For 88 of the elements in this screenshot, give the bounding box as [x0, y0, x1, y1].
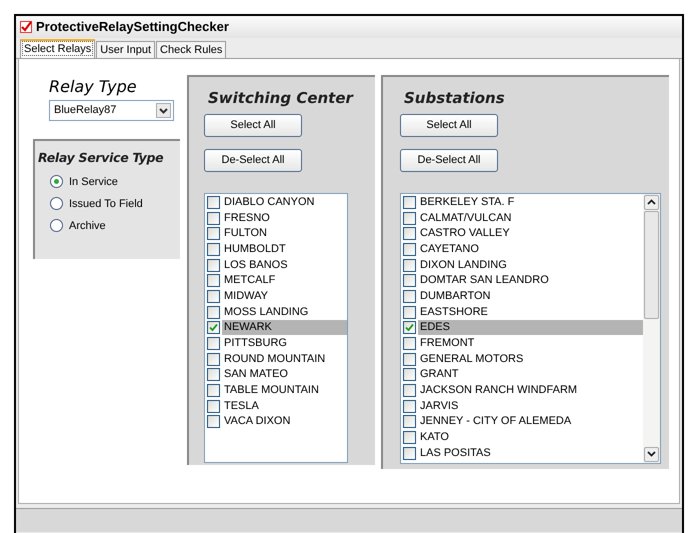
list-item[interactable]: LAS POSITAS	[418, 446, 643, 461]
list-item[interactable]: GENERAL MOTORS	[418, 352, 643, 367]
radio-button[interactable]	[50, 175, 63, 188]
checkbox[interactable]	[403, 368, 416, 382]
list-item[interactable]: TESLA	[222, 398, 347, 414]
list-item[interactable]: JARVIS	[418, 398, 643, 414]
list-item[interactable]: DOMTAR SAN LEANDRO	[418, 273, 643, 288]
checkbox[interactable]	[403, 306, 416, 319]
list-item[interactable]: EASTSHORE	[418, 304, 643, 320]
list-item[interactable]: BERKELEY STA. F	[418, 194, 643, 210]
list-item[interactable]: DIXON LANDING	[418, 258, 643, 273]
checkbox[interactable]	[403, 384, 416, 398]
relay-type-dropdown[interactable]: BlueRelay87	[49, 100, 174, 121]
list-item[interactable]: EDES	[418, 320, 643, 336]
radio-button[interactable]	[50, 219, 63, 232]
tab[interactable]: User Input	[96, 41, 156, 58]
select-button[interactable]: De-Select All	[204, 148, 302, 172]
select-button[interactable]: Select All	[400, 114, 498, 136]
list-item[interactable]: SAN MATEO	[222, 367, 347, 382]
checkbox[interactable]	[207, 337, 220, 350]
checkbox[interactable]	[207, 415, 220, 428]
tab[interactable]: Check Rules	[156, 41, 226, 58]
list-item[interactable]: CALMAT/VULCAN	[418, 210, 643, 226]
checkbox[interactable]	[403, 321, 416, 334]
checkbox[interactable]	[403, 212, 416, 225]
chevron-up-icon[interactable]	[647, 199, 656, 205]
list-item[interactable]: HUMBOLDT	[222, 242, 347, 257]
checkbox[interactable]	[403, 415, 416, 428]
panel-title: Substations	[404, 88, 506, 109]
list-item[interactable]: PITTSBURG	[222, 336, 347, 352]
checkbox[interactable]	[403, 446, 416, 460]
checkbox[interactable]	[207, 258, 220, 272]
list-item[interactable]: MIDWAY	[222, 288, 347, 304]
checkbox[interactable]	[403, 337, 416, 350]
scrollbar[interactable]	[643, 194, 660, 462]
checkbox[interactable]	[403, 431, 416, 444]
window-title: ProtectiveRelaySettingChecker	[36, 18, 229, 36]
list-item[interactable]: FREMONT	[418, 336, 643, 352]
radio-label: Issued To Field	[69, 196, 143, 212]
radio-button[interactable]	[50, 197, 63, 210]
list-item[interactable]: DUMBARTON	[418, 288, 643, 304]
checkbox[interactable]	[207, 227, 220, 240]
checkbox[interactable]	[207, 196, 220, 209]
list-item[interactable]: GRANT	[418, 367, 643, 382]
radio-label: Archive	[69, 218, 106, 234]
checkbox[interactable]	[207, 368, 220, 382]
list-item[interactable]: NEWARK	[222, 320, 347, 336]
relay-type-label: Relay Type	[49, 76, 138, 98]
tab[interactable]: Select Relays	[20, 39, 96, 58]
select-button[interactable]: Select All	[204, 114, 302, 136]
list-item[interactable]: KATO	[418, 430, 643, 446]
checkbox[interactable]	[403, 196, 416, 209]
checkbox[interactable]	[403, 290, 416, 303]
checkbox[interactable]	[207, 400, 220, 413]
checkbox[interactable]	[207, 242, 220, 256]
panel-title: Switching Center	[208, 88, 355, 109]
list-item[interactable]: CASTRO VALLEY	[418, 226, 643, 242]
list-item[interactable]: JACKSON RANCH WINDFARM	[418, 383, 643, 398]
checkbox[interactable]	[403, 242, 416, 256]
list-item[interactable]: VACA DIXON	[222, 414, 347, 430]
checkbox[interactable]	[403, 352, 416, 366]
checkbox[interactable]	[207, 212, 220, 225]
checkbox[interactable]	[207, 384, 220, 398]
checkbox[interactable]	[207, 274, 220, 288]
list-item[interactable]: LOS BANOS	[222, 258, 347, 273]
checkbox[interactable]	[403, 227, 416, 240]
group-title: Relay Service Type	[38, 149, 164, 167]
list-item[interactable]: FULTON	[222, 226, 347, 242]
list-item[interactable]: DIABLO CANYON	[222, 194, 347, 210]
chevron-down-icon	[156, 103, 171, 118]
checkbox[interactable]	[403, 258, 416, 272]
list-item[interactable]: TABLE MOUNTAIN	[222, 383, 347, 398]
checkbox[interactable]	[207, 321, 220, 334]
checkbox[interactable]	[403, 400, 416, 413]
checkbox[interactable]	[207, 306, 220, 319]
select-button[interactable]: De-Select All	[400, 148, 498, 172]
list-item[interactable]: ROUND MOUNTAIN	[222, 352, 347, 367]
list-item[interactable]: FRESNO	[222, 210, 347, 226]
checkbox[interactable]	[403, 274, 416, 288]
list-item[interactable]: JENNEY - CITY OF ALEMEDA	[418, 414, 643, 430]
checkbox[interactable]	[207, 290, 220, 303]
list-item[interactable]: METCALF	[222, 273, 347, 288]
list-item[interactable]: MOSS LANDING	[222, 304, 347, 320]
radio-label: In Service	[69, 174, 118, 190]
checkbox[interactable]	[207, 352, 220, 366]
chevron-down-icon[interactable]	[647, 451, 656, 457]
list-item[interactable]: CAYETANO	[418, 242, 643, 257]
checkmark-icon	[20, 21, 32, 33]
